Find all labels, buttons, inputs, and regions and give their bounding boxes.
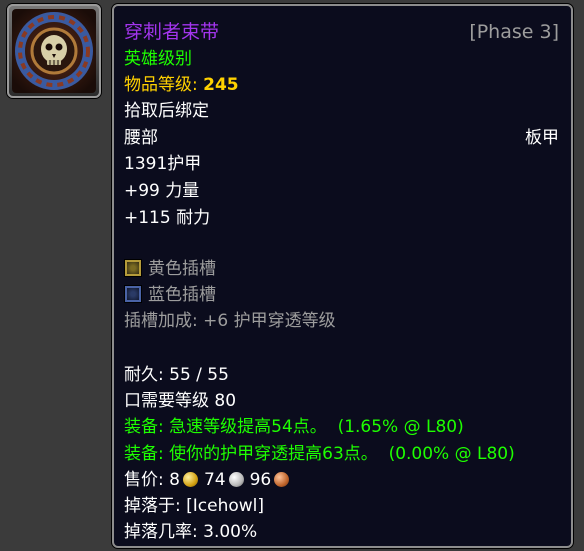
equip-effect-text: 装备: 使你的护甲穿透提高63点。 xyxy=(124,444,378,464)
title-row: 穿刺者束带 [Phase 3] xyxy=(124,19,559,45)
equip-effect-text: 装备: 急速等级提高54点。 xyxy=(124,417,327,437)
copper-amount: 96 xyxy=(249,470,272,490)
drop-source: 掉落于: [Icehowl] xyxy=(124,496,265,516)
socket-label: 蓝色插槽 xyxy=(148,285,216,305)
item-name: 穿刺者束带 xyxy=(124,21,220,43)
skull-belt-icon xyxy=(12,9,96,93)
item-level-value: 245 xyxy=(203,75,239,95)
item-slot: 腰部 xyxy=(124,128,158,148)
socket-row-yellow: 黄色插槽 xyxy=(124,256,559,282)
equip-effect: 装备: 急速等级提高54点。 (1.65% @ L80) xyxy=(124,414,559,440)
durability: 耐久: 55 / 55 xyxy=(124,365,229,385)
stat-line: +99 力量 xyxy=(124,181,200,201)
blue-socket-icon xyxy=(124,285,142,303)
socket-row-blue: 蓝色插槽 xyxy=(124,282,559,308)
silver-amount: 74 xyxy=(203,470,226,490)
item-tooltip: 穿刺者束带 [Phase 3] 英雄级别 物品等级: 245 拾取后绑定 腰部 … xyxy=(112,4,573,548)
equip-effect-note: (0.00% @ L80) xyxy=(388,444,515,464)
stat-line: +115 耐力 xyxy=(124,208,211,228)
silver-coin-icon xyxy=(228,472,244,487)
bind-type: 拾取后绑定 xyxy=(124,101,209,121)
item-icon-frame[interactable] xyxy=(7,4,101,98)
phase-tag: [Phase 3] xyxy=(469,21,559,43)
equip-effect-note: (1.65% @ L80) xyxy=(337,417,464,437)
item-level-row: 物品等级: 245 xyxy=(124,72,559,98)
socket-label: 黄色插槽 xyxy=(148,259,216,279)
armor-type: 板甲 xyxy=(525,128,559,148)
gold-coin-icon xyxy=(182,472,198,487)
socket-bonus: 插槽加成: +6 护甲穿透等级 xyxy=(124,311,336,331)
yellow-socket-icon xyxy=(124,259,142,277)
required-level: 口需要等级 80 xyxy=(124,391,237,411)
armor-value: 1391护甲 xyxy=(124,154,202,174)
gold-amount: 8 xyxy=(169,470,180,490)
sell-price-row: 售价: 8 74 96 xyxy=(124,467,559,493)
sell-price-label: 售价: xyxy=(124,470,170,490)
equip-effect: 装备: 使你的护甲穿透提高63点。 (0.00% @ L80) xyxy=(124,441,559,467)
copper-coin-icon xyxy=(274,472,290,487)
item-quality: 英雄级别 xyxy=(124,49,192,69)
drop-rate: 掉落几率: 3.00% xyxy=(124,522,258,542)
slot-row: 腰部 板甲 xyxy=(124,125,559,151)
item-level-label: 物品等级: xyxy=(124,75,204,95)
